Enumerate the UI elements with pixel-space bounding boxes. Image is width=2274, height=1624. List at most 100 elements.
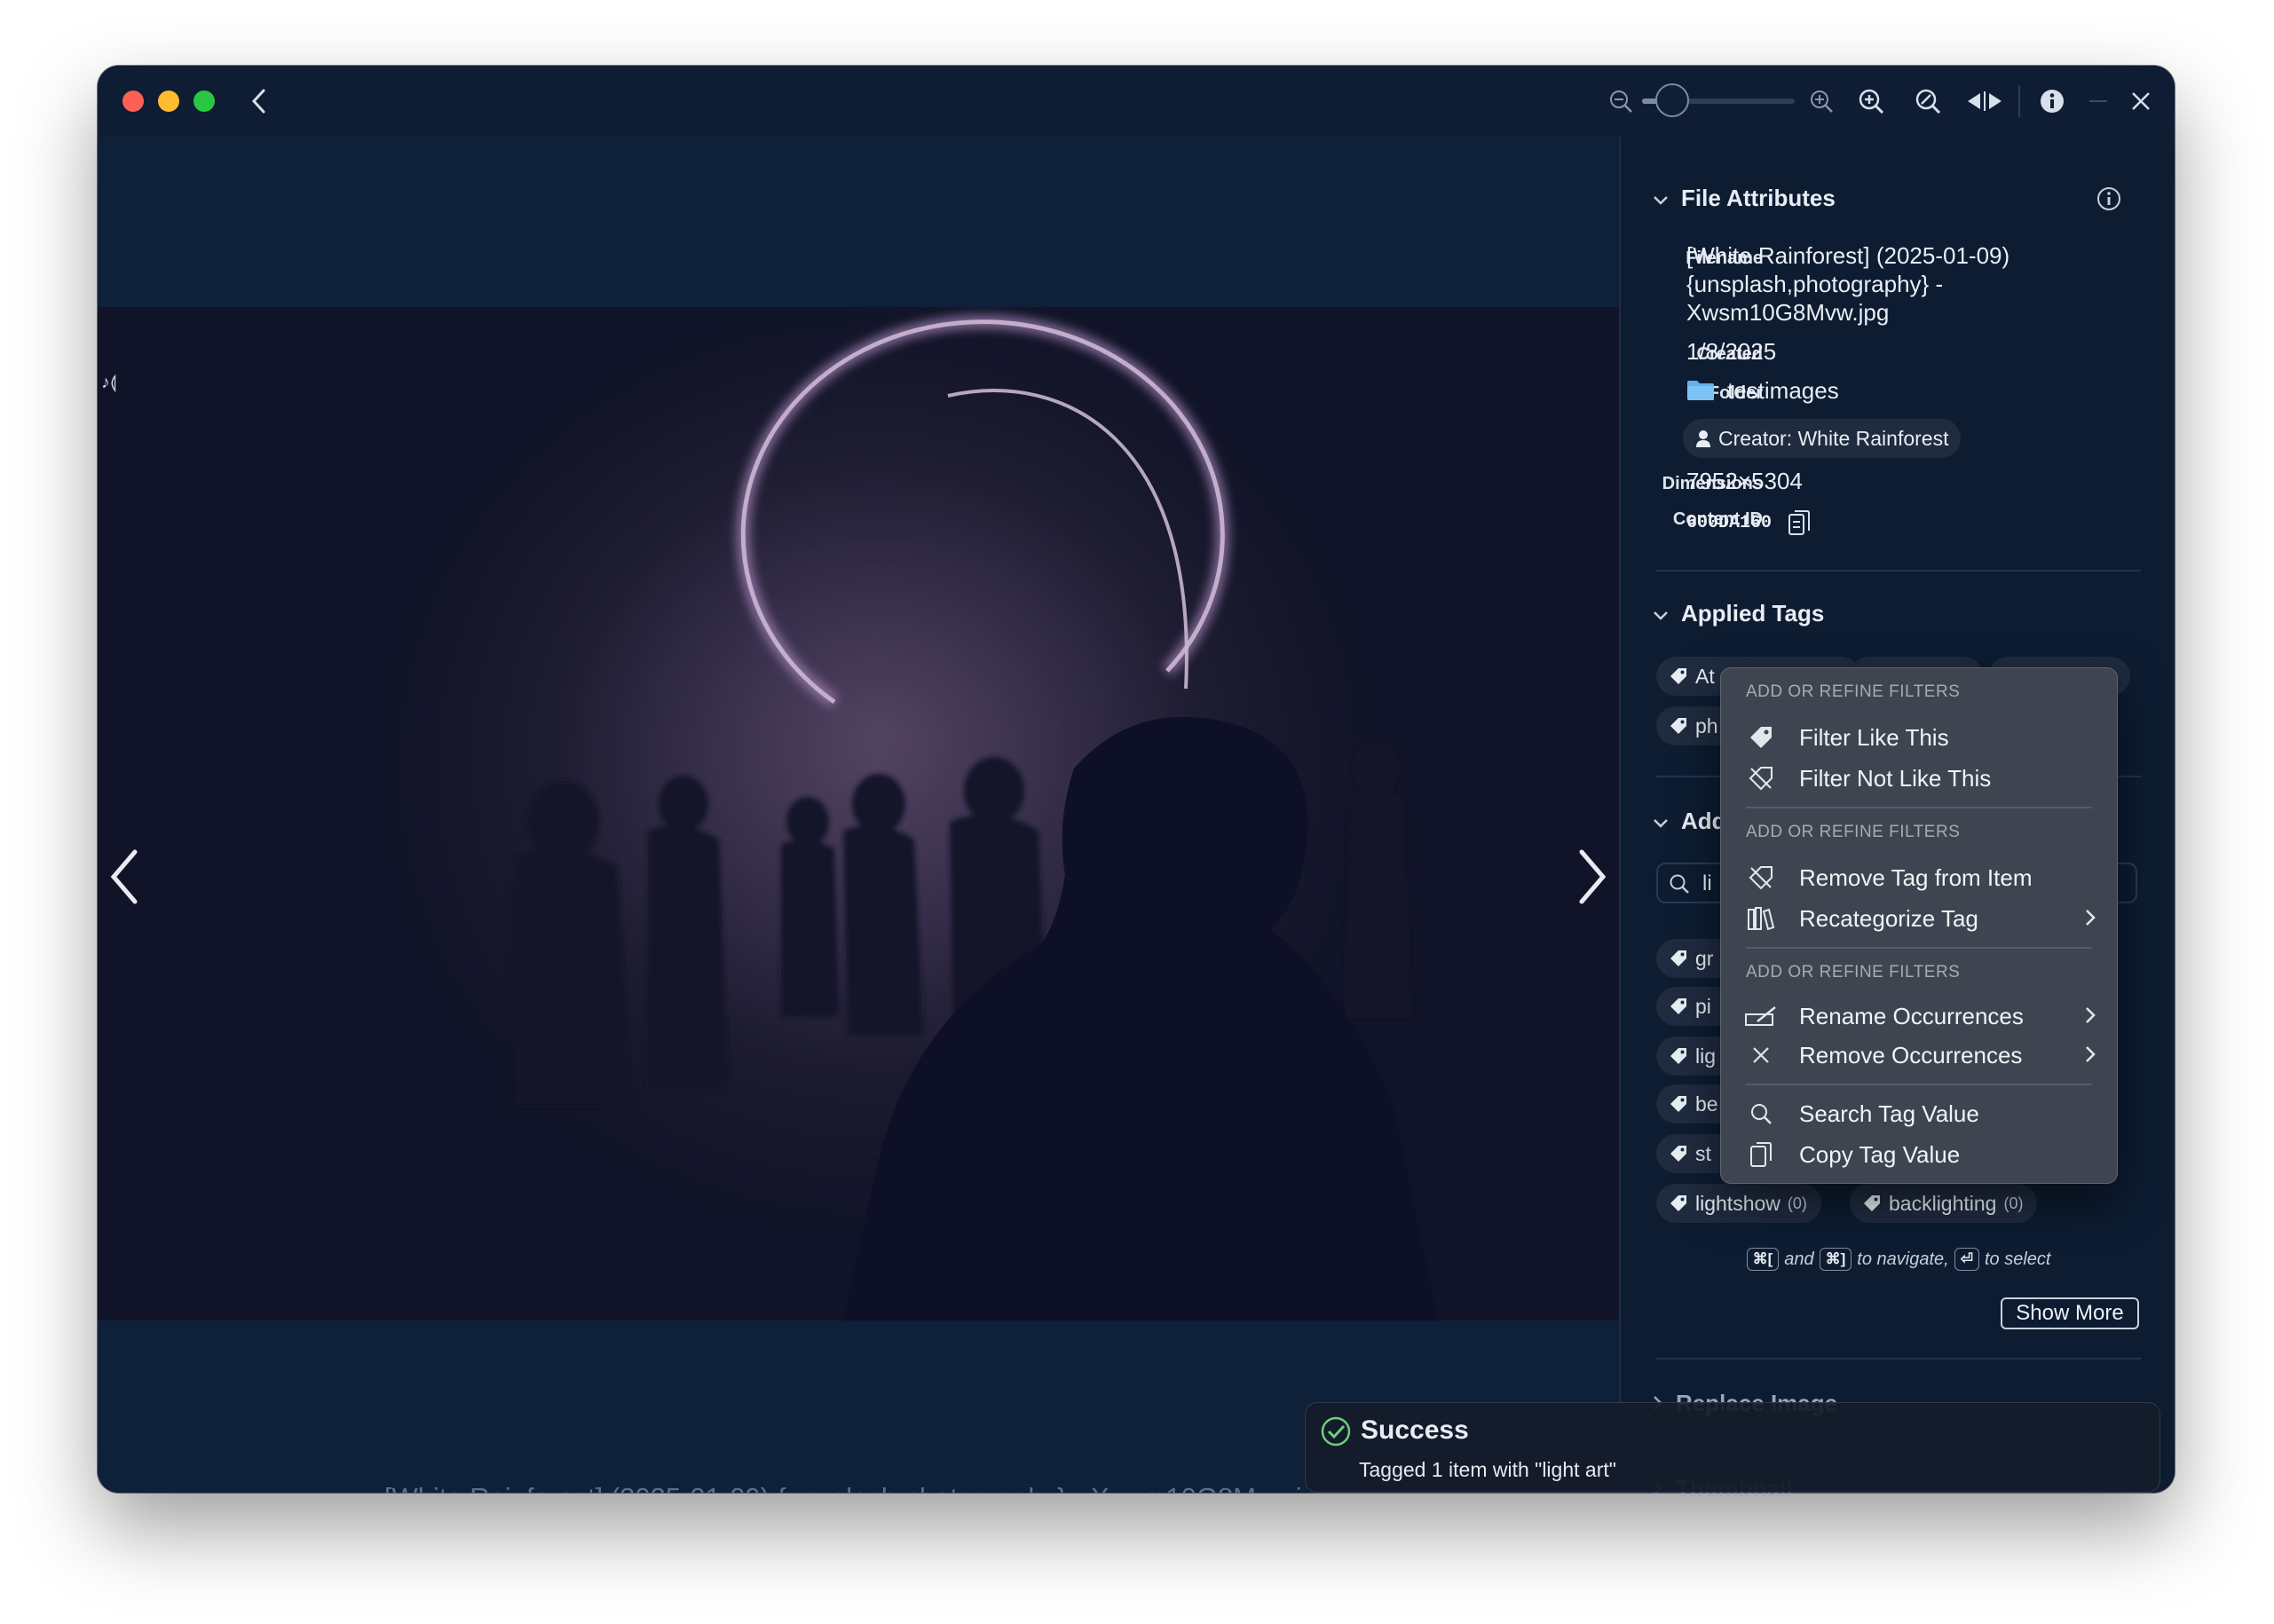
compare-button[interactable] [1963,85,2006,117]
magnifier-plus-icon [1858,88,1884,114]
tag-label: be [1695,1092,1718,1116]
tag-icon [1669,1094,1695,1114]
chevron-right-icon [1575,849,1610,909]
hint-select: to select [1984,1249,2051,1269]
menu-filter-like[interactable]: Filter Like This [1721,720,2117,755]
menu-item-label: Search Tag Value [1799,1100,1979,1127]
folder-value[interactable]: testimages [1686,376,1839,405]
zoom-in-button[interactable] [1807,87,1836,115]
show-more-button[interactable]: Show More [2001,1297,2139,1329]
close-window-button[interactable] [122,91,144,112]
minimize-window-button[interactable] [158,91,179,112]
menu-section-header: ADD OR REFINE FILTERS [1746,682,1961,701]
filename-value[interactable]: [White Rainforest] (2025-01-09) {unsplas… [1686,241,2009,327]
tag-label: lig [1695,1044,1717,1068]
tag-label: gr [1695,946,1714,970]
tag-label: backlighting [1889,1191,1997,1215]
tag-label: lightshow [1695,1191,1781,1215]
tag-icon [1862,1194,1889,1213]
books-icon [1744,906,1778,931]
chevron-down-icon [1653,808,1669,835]
filename-line: {unsplash,photography} - [1686,271,1944,297]
minus-icon [2089,99,2107,103]
dimensions-value: 7952×5304 [1686,468,1803,494]
search-icon [1669,873,1690,895]
tag-label: pi [1695,994,1711,1018]
keyboard-hint: ⌘[ and ⌘] to navigate, ⏎ to select [1656,1248,2141,1271]
created-value: 1/8/2025 [1686,338,1777,365]
menu-separator [1746,947,2092,949]
menu-copy-tag-value[interactable]: Copy Tag Value [1721,1137,2117,1172]
menu-item-label: Copy Tag Value [1799,1140,1961,1168]
tag-icon [1669,1144,1695,1163]
hint-and: and [1784,1249,1814,1269]
success-toast[interactable]: Success Tagged 1 item with "light art" [1305,1402,2160,1493]
menu-remove-occurrences[interactable]: Remove Occurrences [1721,1037,2117,1073]
menu-search-tag-value[interactable]: Search Tag Value [1721,1096,2117,1131]
menu-section-header: ADD OR REFINE FILTERS [1746,963,1961,981]
zoom-in-icon [1809,89,1834,114]
tag-icon [1669,666,1695,686]
divider [1656,570,2141,572]
chevron-down-icon [1653,600,1669,627]
menu-item-label: Remove Tag from Item [1799,863,2033,891]
checkmark-circle-icon [1320,1415,1352,1447]
tag-icon [1669,716,1695,736]
info-icon [2040,89,2065,114]
zoom-to-fit-button[interactable] [1855,85,1887,117]
toast-message: Tagged 1 item with "light art" [1359,1458,1616,1481]
zoom-slider-thumb[interactable] [1655,83,1690,117]
chevron-right-icon [2085,1003,2096,1030]
audio-icon: ♪⟬ [101,373,117,392]
previous-image-button[interactable] [107,848,142,910]
kbd-next: ⌘] [1819,1248,1852,1271]
copy-icon[interactable] [1788,509,1811,538]
menu-filter-not-like[interactable]: Filter Not Like This [1721,761,2117,796]
suggested-tag-backlighting[interactable]: backlighting (0) [1850,1184,2038,1223]
image-viewer: ♪⟬ [White Rainforest] (2025-01-09) {unsp… [98,137,1619,1493]
suggested-tag-lightshow[interactable]: lightshow (0) [1656,1184,1821,1223]
tag-slash-icon [1744,766,1778,791]
credit-text: Creator: White Rainforest [1718,426,1949,450]
split-arrows-icon [1966,91,2003,112]
tag-icon [1744,725,1778,750]
credit-pill[interactable]: Creator: White Rainforest [1683,419,1962,458]
chevron-right-icon [2085,1042,2096,1069]
zoom-slider[interactable] [1642,83,1795,117]
minimize-panel-button[interactable] [2082,85,2114,117]
filename-line: Xwsm10G8Mvw.jpg [1686,299,1890,326]
chevron-right-icon [2085,905,2096,933]
add-tags-header[interactable]: Add [1653,808,1726,835]
fullscreen-window-button[interactable] [193,91,215,112]
toast-title: Success [1361,1415,1469,1445]
search-icon [1744,1102,1778,1125]
actual-size-button[interactable] [1912,85,1944,117]
attributes-info-button[interactable] [2096,186,2121,216]
tag-icon [1669,1046,1695,1066]
menu-remove-tag[interactable]: Remove Tag from Item [1721,860,2117,895]
chevron-left-icon [251,89,267,114]
back-button[interactable] [243,85,275,117]
search-text: li [1702,871,1712,895]
close-viewer-button[interactable] [2125,85,2157,117]
menu-separator [1746,807,2092,808]
menu-recategorize[interactable]: Recategorize Tag [1721,901,2117,936]
tag-count: (0) [1787,1194,1807,1212]
file-attributes-header[interactable]: File Attributes [1653,185,1836,212]
person-icon [1695,430,1711,447]
next-image-button[interactable] [1575,848,1610,910]
toolbar-separator [2018,85,2020,117]
content-id-text: 600DA160 [1686,513,1773,533]
folder-name: testimages [1727,377,1839,404]
rename-pencil-icon [1744,1005,1778,1027]
tag-context-menu: ADD OR REFINE FILTERS Filter Like This F… [1720,667,2118,1184]
zoom-out-icon [1608,89,1633,114]
chevron-left-icon [107,849,142,909]
zoom-out-button[interactable] [1607,87,1635,115]
photo[interactable] [98,307,1619,1320]
menu-rename-occurrences[interactable]: Rename Occurrences [1721,998,2117,1034]
tag-count: (0) [2003,1194,2024,1212]
applied-tags-header[interactable]: Applied Tags [1653,600,1824,627]
folder-icon [1686,380,1715,401]
info-toggle-button[interactable] [2036,85,2068,117]
